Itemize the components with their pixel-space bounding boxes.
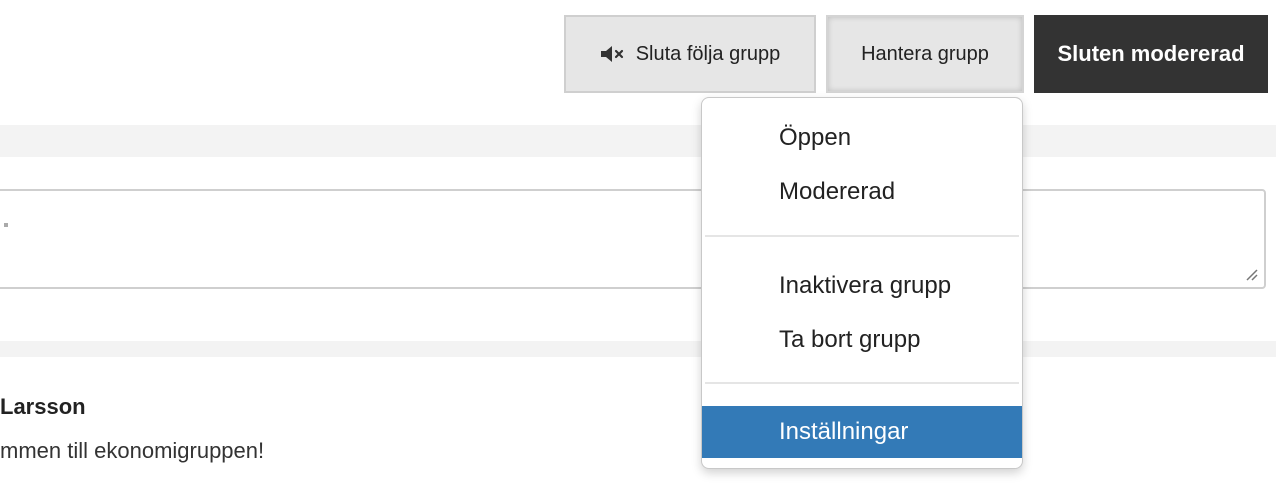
unfollow-group-button[interactable]: Sluta följa grupp <box>564 15 816 93</box>
unfollow-group-label: Sluta följa grupp <box>635 42 781 65</box>
placeholder-fragment <box>4 223 8 227</box>
group-status-button[interactable]: Sluten modererad <box>1034 15 1268 93</box>
menu-item-settings[interactable]: Inställningar <box>702 406 1022 458</box>
menu-item-moderated[interactable]: Modererad <box>702 168 1022 216</box>
menu-item-delete-group[interactable]: Ta bort grupp <box>702 316 1022 364</box>
manage-group-button[interactable]: Hantera grupp <box>826 15 1024 93</box>
resize-handle-icon[interactable] <box>1244 267 1258 281</box>
section-band-lower <box>0 341 1276 357</box>
manage-group-label: Hantera grupp <box>861 42 989 65</box>
section-band <box>0 125 1276 157</box>
post-author[interactable]: Larsson <box>0 394 86 420</box>
manage-group-dropdown: Öppen Modererad Inaktivera grupp Ta bort… <box>701 97 1023 469</box>
mute-icon <box>600 46 623 62</box>
group-page: Sluta följa grupp Hantera grupp Sluten m… <box>0 0 1276 493</box>
menu-divider <box>705 235 1019 237</box>
menu-item-open[interactable]: Öppen <box>702 114 1022 162</box>
group-status-label: Sluten modererad <box>1057 41 1245 66</box>
post-text: mmen till ekonomigruppen! <box>0 438 265 463</box>
post-textarea[interactable] <box>0 189 1266 289</box>
menu-item-deactivate-group[interactable]: Inaktivera grupp <box>702 262 1022 310</box>
menu-divider <box>705 382 1019 384</box>
